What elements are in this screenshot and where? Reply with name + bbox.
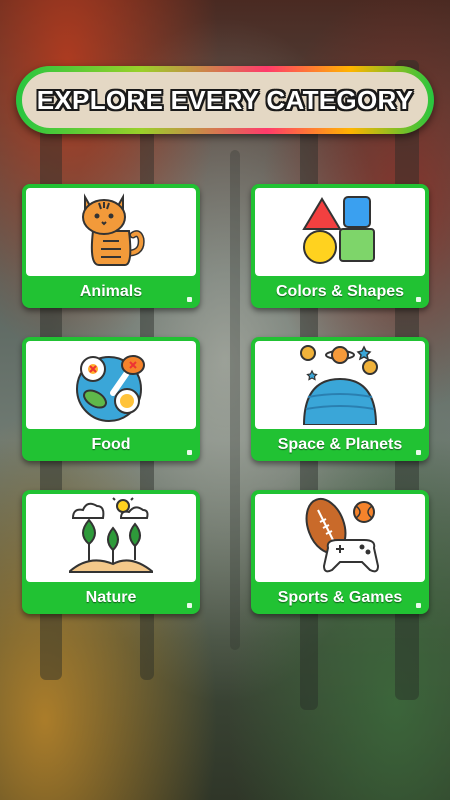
food-plate-icon xyxy=(69,343,153,427)
cat-icon xyxy=(71,191,151,273)
category-label: Sports & Games xyxy=(277,589,403,606)
category-card-nature[interactable]: Nature xyxy=(22,490,200,614)
category-card-colors-shapes[interactable]: Colors & Shapes xyxy=(251,184,429,308)
category-card-animals[interactable]: Animals xyxy=(22,184,200,308)
page-title: EXPLORE EVERY CATEGORY xyxy=(36,84,414,115)
sports-gamepad-icon xyxy=(298,496,382,580)
shapes-icon xyxy=(300,195,380,269)
planets-icon xyxy=(298,341,382,429)
header-banner: EXPLORE EVERY CATEGORY xyxy=(16,66,434,134)
plants-icon xyxy=(66,494,156,580)
category-label: Nature xyxy=(85,589,137,606)
category-label: Colors & Shapes xyxy=(275,283,405,300)
category-card-space-planets[interactable]: Space & Planets xyxy=(251,337,429,461)
category-card-sports-games[interactable]: Sports & Games xyxy=(251,490,429,614)
category-card-food[interactable]: Food xyxy=(22,337,200,461)
category-label: Animals xyxy=(79,283,143,300)
category-label: Space & Planets xyxy=(277,436,403,453)
category-label: Food xyxy=(91,436,131,453)
